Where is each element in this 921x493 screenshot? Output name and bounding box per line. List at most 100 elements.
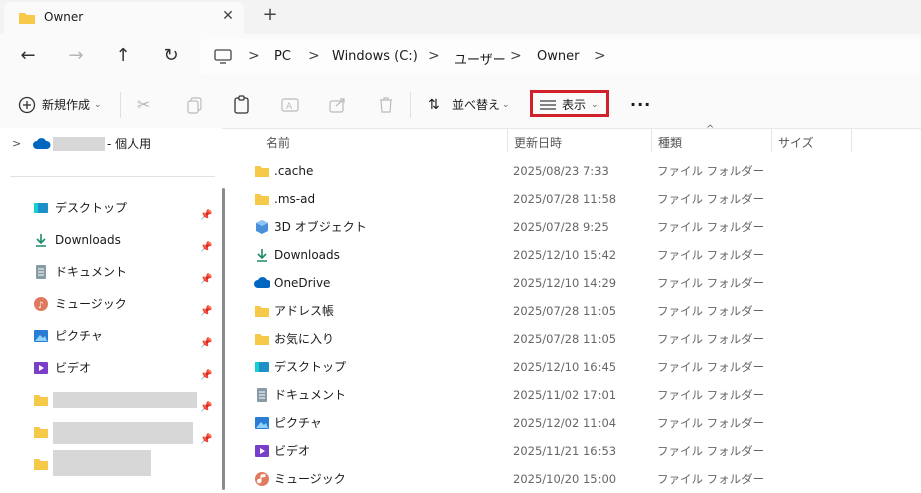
breadcrumb-drive[interactable]: Windows (C:) [332,49,418,64]
sort-icon: ⇅ [428,97,440,113]
chevron-right-icon: > [594,48,606,64]
table-row[interactable]: ドキュメント 2025/11/02 17:01 ファイル フォルダー [232,381,921,409]
breadcrumb-users[interactable]: ユーザー [454,49,506,68]
nav-item-desktop[interactable]: デスクトップ 📌 [0,194,222,222]
folder-icon [34,395,48,406]
breadcrumb-owner[interactable]: Owner [537,49,579,64]
file-date: 2025/11/21 16:53 [513,444,617,458]
refresh-icon[interactable]: ↻ [159,44,183,68]
table-row[interactable]: ミュージック 2025/10/20 15:00 ファイル フォルダー [232,465,921,493]
column-header-size[interactable]: サイズ [778,134,814,151]
address-bar[interactable]: > PC > Windows (C:) > ユーザー > Owner > [200,39,921,75]
file-name: .ms-ad [274,192,316,206]
nav-item-redacted[interactable]: 📌 [0,418,222,446]
breadcrumb-pc[interactable]: PC [274,49,291,64]
new-tab-button[interactable]: + [262,5,278,25]
file-type: ファイル フォルダー [657,192,765,206]
file-date: 2025/11/02 17:01 [513,388,617,402]
nav-onedrive[interactable]: > - 個人用 [0,130,222,158]
cube-icon [256,220,268,234]
column-header-name[interactable]: 名前 [266,134,290,151]
table-row[interactable]: アドレス帳 2025/07/28 11:05 ファイル フォルダー [232,297,921,325]
computer-icon [214,49,232,64]
file-name: .cache [274,164,314,178]
file-date: 2025/10/20 15:00 [513,472,617,486]
nav-item-label: ピクチャ [55,329,103,343]
column-divider[interactable] [771,128,772,152]
file-name: 3D オブジェクト [274,220,367,234]
delete-icon[interactable] [375,94,397,116]
file-date: 2025/07/28 11:58 [513,192,617,206]
nav-scrollbar[interactable] [222,188,225,490]
file-name: ミュージック [274,472,346,486]
folder-icon [19,13,35,24]
copy-icon[interactable] [184,94,206,116]
nav-item-redacted[interactable]: 📌 [0,386,222,414]
nav-item-label: ビデオ [55,361,92,375]
up-icon[interactable]: ↑ [111,44,135,68]
table-row[interactable]: OneDrive 2025/12/10 14:29 ファイル フォルダー [232,269,921,297]
file-name: Downloads [274,248,340,262]
music-icon [255,472,269,486]
column-divider[interactable] [851,128,852,152]
folder-icon [255,306,269,317]
redacted-account [53,137,105,151]
divider [10,176,215,177]
list-view-icon [540,100,556,110]
command-bar: 新規作成 ⌄ ✂ A ⇅ 並べ替え ⌄ 表示 ⌄ ... [0,80,921,129]
chevron-down-icon: ⌄ [502,100,510,110]
download-icon [257,249,267,262]
nav-item-label: ドキュメント [55,265,128,279]
tab-owner[interactable]: Owner ✕ [4,2,244,34]
file-list: 名前 更新日時 種類 ^ サイズ .cache 2025/08/23 7:33 ファ… [232,124,921,493]
nav-item-redacted[interactable] [0,450,222,478]
video-icon [34,362,48,374]
file-date: 2025/07/28 11:05 [513,304,617,318]
table-row[interactable]: 3D オブジェクト 2025/07/28 9:25 ファイル フォルダー [232,213,921,241]
table-row[interactable]: デスクトップ 2025/12/10 16:45 ファイル フォルダー [232,353,921,381]
onedrive-label: - 個人用 [107,137,152,151]
column-header-date[interactable]: 更新日時 [514,134,562,151]
file-name: お気に入り [274,332,335,346]
table-row[interactable]: Downloads 2025/12/10 15:42 ファイル フォルダー [232,241,921,269]
file-type: ファイル フォルダー [657,304,765,318]
folder-icon [34,427,48,438]
close-icon[interactable]: ✕ [220,8,236,24]
file-type: ファイル フォルダー [657,472,765,486]
folder-icon [255,334,269,345]
nav-item-music[interactable]: ♪ ミュージック 📌 [0,290,222,318]
redacted-name [53,422,193,444]
address-row: ← → ↑ ↻ > PC > Windows (C:) > ユーザー > Own… [0,34,921,80]
table-row[interactable]: .cache 2025/08/23 7:33 ファイル フォルダー [232,157,921,185]
back-icon[interactable]: ← [16,44,40,68]
table-row[interactable]: ビデオ 2025/11/21 16:53 ファイル フォルダー [232,437,921,465]
more-options-icon[interactable]: ... [630,90,651,112]
navigation-pane: > - 個人用 デスクトップ 📌 Downloads 📌 ドキュメント 📌 ♪ … [0,128,222,490]
plus-circle-icon [18,96,36,114]
nav-item-downloads[interactable]: Downloads 📌 [0,226,222,254]
nav-item-videos[interactable]: ビデオ 📌 [0,354,222,382]
forward-icon[interactable]: → [64,44,88,68]
nav-item-label: デスクトップ [55,201,128,215]
rename-icon[interactable]: A [279,94,301,116]
file-type: ファイル フォルダー [657,416,765,430]
share-icon[interactable] [327,94,349,116]
nav-item-pictures[interactable]: ピクチャ 📌 [0,322,222,350]
folder-icon [255,166,269,177]
chevron-right-icon: > [308,48,320,64]
column-header-type[interactable]: 種類 [658,134,682,151]
chevron-down-icon: ⌄ [591,100,599,110]
table-row[interactable]: ピクチャ 2025/12/02 11:04 ファイル フォルダー [232,409,921,437]
chevron-right-icon[interactable]: > [12,130,21,158]
file-type: ファイル フォルダー [657,276,765,290]
paste-icon[interactable] [231,94,253,116]
table-row[interactable]: お気に入り 2025/07/28 11:05 ファイル フォルダー [232,325,921,353]
nav-item-documents[interactable]: ドキュメント 📌 [0,258,222,286]
sort-label: 並べ替え [452,98,501,112]
column-divider[interactable] [651,128,652,152]
column-divider[interactable] [507,128,508,152]
nav-item-label: ミュージック [55,297,127,311]
download-icon [36,234,46,247]
cut-icon[interactable]: ✂ [137,94,150,116]
table-row[interactable]: .ms-ad 2025/07/28 11:58 ファイル フォルダー [232,185,921,213]
